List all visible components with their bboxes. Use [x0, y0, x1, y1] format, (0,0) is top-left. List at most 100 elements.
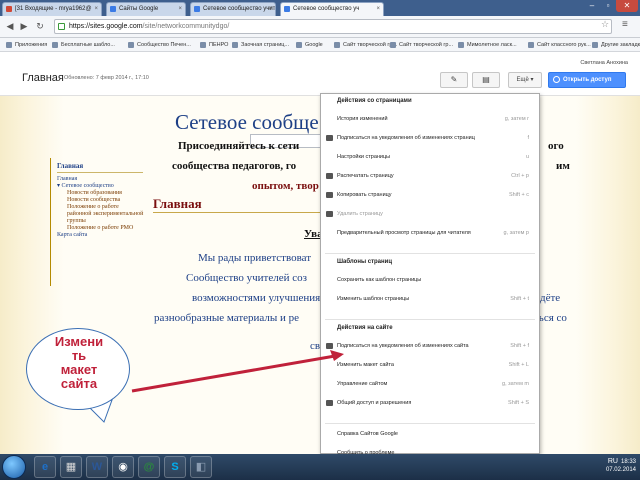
bookmark-label: Сайт творческой гр...: [343, 42, 398, 48]
menu-item[interactable]: Изменить шаблон страницы Shift + t: [337, 294, 533, 304]
new-page-button[interactable]: ▤: [472, 72, 500, 88]
taskbar-app-icon[interactable]: e: [34, 456, 56, 478]
more-actions-menu: Действия со страницами История изменений g…: [320, 93, 540, 456]
menu-item-icon: [326, 400, 333, 406]
content-text: разнообразные материалы и ре: [154, 312, 300, 324]
taskbar-app-icon[interactable]: ◧: [190, 456, 212, 478]
taskbar-app-icon[interactable]: S: [164, 456, 186, 478]
main-heading: Главная: [153, 196, 202, 211]
taskbar-app-icon[interactable]: @: [138, 456, 160, 478]
menu-item-icon: [326, 135, 333, 141]
bookmark-item[interactable]: Бесплатные шабло...: [52, 40, 115, 50]
sidebar-nav-item[interactable]: Положение о работе: [67, 204, 119, 211]
menu-item-label: Сохранить как шаблон страницы: [337, 277, 422, 283]
user-name[interactable]: Светлана Анохина: [580, 60, 628, 66]
content-text: дёте: [540, 292, 561, 304]
taskbar-app-icon[interactable]: W: [86, 456, 108, 478]
browser-tab[interactable]: Сетевое сообщество уч ×: [280, 2, 384, 16]
content-text: Мы рады приветствоват: [198, 252, 312, 264]
minimize-button[interactable]: –: [584, 0, 600, 12]
browser-tab[interactable]: Сетевое сообщество учит ×: [190, 2, 276, 16]
bookmark-icon: [200, 42, 206, 48]
start-button[interactable]: [2, 455, 26, 479]
close-tab-icon[interactable]: ×: [268, 3, 272, 15]
menu-icon[interactable]: ≡: [622, 19, 628, 30]
bookmark-item[interactable]: Заочная страниц...: [232, 40, 289, 50]
updated-info: Обновлено: 7 февр 2014 г., 17:10: [64, 75, 149, 81]
menu-item[interactable]: История изменений g, затем r: [337, 114, 533, 124]
maximize-button[interactable]: ▫: [600, 0, 616, 12]
reload-icon[interactable]: ↻: [34, 20, 46, 32]
bookmark-item[interactable]: Google: [296, 40, 323, 50]
edit-page-button[interactable]: ✎: [440, 72, 468, 88]
sidebar-nav-item[interactable]: ▾ Сетевое сообщество: [57, 183, 114, 190]
bookmark-label: ПЕНРО: [209, 42, 229, 48]
menu-section-heading: Действия со страницами: [337, 98, 412, 104]
bookmark-icon: [334, 42, 340, 48]
address-bar[interactable]: https://sites.google.com/site/networkcom…: [54, 19, 612, 34]
url-domain: https://sites.google.com: [69, 23, 143, 30]
browser-tab[interactable]: Сайты Google ×: [106, 2, 186, 16]
share-button[interactable]: Открыть доступ: [548, 72, 626, 88]
browser-tab[interactable]: [31 Входящие - mrya1962@ ×: [2, 2, 102, 16]
menu-item-label: Удалить страницу: [337, 211, 383, 217]
menu-divider: [325, 253, 535, 254]
bookmark-item[interactable]: Сайт творческой гр...: [334, 40, 397, 50]
bookmark-icon: [296, 42, 302, 48]
bookmark-star-icon[interactable]: ☆: [601, 19, 609, 30]
menu-item[interactable]: Общий доступ и разрешения Shift + S: [326, 398, 533, 408]
bookmark-item[interactable]: Другие закладки: [592, 40, 640, 50]
menu-item[interactable]: Распечатать страницу Ctrl + p: [326, 171, 533, 181]
menu-item-shortcut: g, затем m: [502, 381, 529, 387]
menu-item-shortcut: g, затем r: [504, 116, 529, 122]
sidebar-nav-item[interactable]: Положение о работе РМО: [67, 225, 133, 232]
bookmark-item[interactable]: ПЕНРО: [200, 40, 228, 50]
clock-date: 07.02.2014: [605, 467, 636, 473]
sidebar-nav-item[interactable]: Главная: [57, 176, 77, 183]
taskbar-app-icon[interactable]: ▦: [60, 456, 82, 478]
close-tab-icon[interactable]: ×: [376, 3, 380, 15]
close-window-button[interactable]: ✕: [616, 0, 638, 12]
close-tab-icon[interactable]: ×: [178, 3, 182, 15]
menu-item[interactable]: Подписаться на уведомления об изменениях…: [326, 133, 533, 143]
pencil-icon: ✎: [450, 75, 458, 84]
bookmark-icon: [128, 42, 134, 48]
menu-item-label: Изменить шаблон страницы: [337, 296, 410, 302]
tab-label: [31 Входящие - mrya1962@: [15, 6, 92, 12]
bookmark-item[interactable]: Приложения: [6, 40, 47, 50]
sidebar-nav-item[interactable]: Новости образования: [67, 190, 122, 197]
menu-item-label: Подписаться на уведомления об изменениях…: [337, 135, 475, 141]
main-divider: [153, 212, 333, 213]
menu-item-label: Подписаться на уведомления об изменениях…: [337, 343, 469, 349]
menu-item[interactable]: Предварительный просмотр страницы для чи…: [337, 228, 533, 238]
bookmark-item[interactable]: Мимолетное ласк...: [458, 40, 517, 50]
bookmark-item[interactable]: Сайт классного рук...: [528, 40, 591, 50]
taskbar-app-icon[interactable]: ◉: [112, 456, 134, 478]
close-tab-icon[interactable]: ×: [94, 3, 98, 15]
content-text: им: [556, 160, 570, 172]
callout-line: макет: [60, 362, 98, 377]
bookmark-item[interactable]: Сообщество Печен...: [128, 40, 191, 50]
sidebar-divider: [57, 172, 143, 173]
sidebar-nav-item[interactable]: Новости сообщества: [67, 197, 120, 204]
sidebar-nav-item[interactable]: группы: [67, 218, 86, 225]
more-actions-button[interactable]: Ещё ▾: [508, 72, 542, 88]
bookmark-label: Google: [305, 42, 323, 48]
bookmark-label: Мимолетное ласк...: [467, 42, 517, 48]
menu-item[interactable]: Изменить макет сайта Shift + L: [337, 360, 533, 370]
menu-item[interactable]: Сохранить как шаблон страницы: [337, 275, 533, 285]
url-path: /site/networkcommunitydgo/: [142, 23, 230, 30]
bookmark-icon: [592, 42, 598, 48]
sidebar-nav-item[interactable]: Карта сайта: [57, 232, 87, 239]
menu-item[interactable]: Копировать страницу Shift + c: [326, 190, 533, 200]
back-arrow-icon[interactable]: ◀: [4, 20, 16, 32]
forward-arrow-icon[interactable]: ▶: [18, 20, 30, 32]
sidebar-nav-item[interactable]: районной экспериментальной: [67, 211, 143, 218]
globe-icon: [553, 76, 560, 83]
menu-item[interactable]: Справка Сайтов Google: [337, 429, 533, 439]
menu-item[interactable]: Подписаться на уведомления об изменениях…: [326, 341, 533, 351]
menu-item[interactable]: Настройки страницы u: [337, 152, 533, 162]
menu-item-shortcut: g, затем p: [503, 230, 529, 236]
bookmark-item[interactable]: Сайт творческой гр...: [390, 40, 453, 50]
menu-item[interactable]: Управление сайтом g, затем m: [337, 379, 533, 389]
